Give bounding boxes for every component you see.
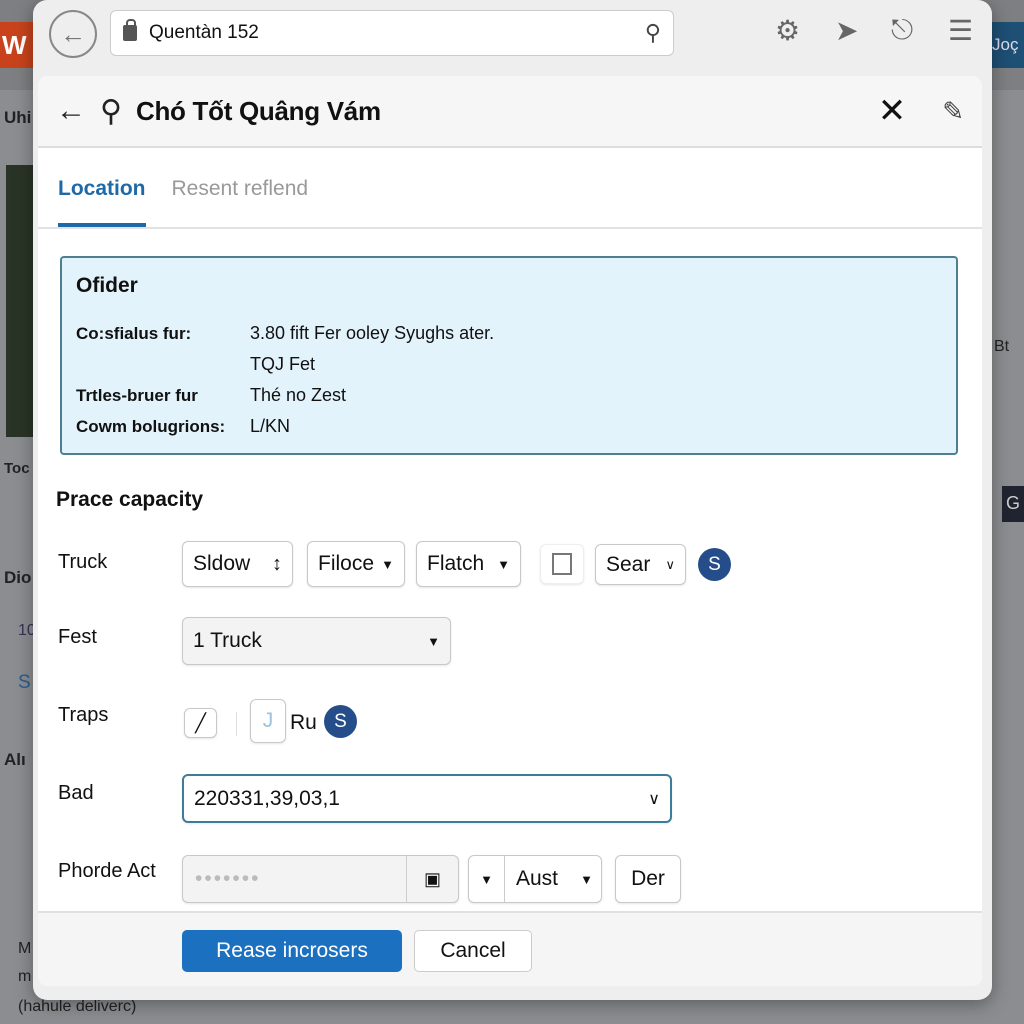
divider [236, 712, 237, 736]
reveal-icon[interactable]: ▣ [406, 856, 458, 902]
bg-text: Uhi [4, 108, 32, 127]
bad-label: Bad [58, 782, 94, 804]
sldow-stepper[interactable]: Sldow ↕ [182, 541, 293, 587]
sear-value: Sear [606, 552, 651, 576]
lock-icon [123, 19, 137, 41]
truck-checkbox[interactable] [540, 544, 584, 584]
bg-note: (hahule deliverc) [18, 998, 137, 1015]
aust-value: Aust [516, 867, 559, 890]
address-text: Quentàn 152 [149, 22, 259, 43]
info-value: L/KN [250, 416, 291, 436]
password-value: ••••••• [195, 867, 261, 890]
der-button[interactable]: Der [615, 855, 681, 903]
chevron-down-icon: ∨ [648, 790, 660, 808]
fest-label: Fest [58, 626, 97, 648]
bad-value: 220331,39,03,1 [194, 786, 340, 810]
aust-select[interactable]: ▼ Aust ▼ [468, 855, 602, 903]
traps-label: Traps [58, 704, 109, 726]
bad-select[interactable]: 220331,39,03,1 ∨ [182, 774, 672, 823]
chevron-down-icon[interactable]: ▼ [469, 856, 505, 902]
info-value: 3.80 fift Fer ooley Syughs ater. [250, 323, 495, 343]
menu-icon[interactable]: ☰ [948, 14, 973, 47]
chevron-down-icon: ▼ [497, 556, 510, 572]
bg-photo [6, 165, 34, 437]
traps-text: Ru [290, 711, 317, 734]
info-key: Co:sfialus fur: [76, 323, 192, 343]
dollar-icon[interactable]: S [324, 705, 357, 738]
info-key: Cowm bolugrions: [76, 416, 226, 436]
phorde-label: Phorde Act [58, 860, 156, 882]
browser-window: ← Quentàn 152 ⚲ ⚙ ➤ ⎋ ☰ ← ⚲ Chó Tốt Quân… [33, 0, 992, 1000]
edit-pencil-icon[interactable]: ✎ [942, 96, 964, 127]
fest-select[interactable]: 1 Truck ▼ [182, 617, 451, 665]
dialog: ← ⚲ Chó Tốt Quâng Vám ✕ ✎ Location Resen… [38, 76, 982, 986]
gear-icon[interactable]: ⚙ [775, 14, 800, 47]
password-input[interactable]: ••••••• ▣ [182, 855, 459, 903]
cancel-button[interactable]: Cancel [414, 930, 532, 972]
info-row: Co:sfialus fur: 3.80 fift Fer ooley Syugh… [76, 318, 942, 349]
dialog-title: Chó Tốt Quâng Vám [135, 95, 381, 126]
bg-text: Toc [4, 460, 30, 477]
cursor-icon[interactable]: ➤ [835, 14, 858, 47]
dollar-icon[interactable]: S [698, 548, 731, 581]
back-arrow-icon[interactable]: ← [56, 94, 86, 128]
search-icon[interactable]: ⚲ [100, 94, 122, 129]
bg-text: M [18, 940, 32, 957]
share-icon[interactable]: ⎋ [891, 14, 913, 47]
tab-location[interactable]: Location [58, 177, 146, 227]
info-heading: Ofider [76, 274, 138, 297]
bg-button: G [1002, 486, 1024, 522]
dialog-footer: Rease incrosers Cancel [38, 911, 982, 986]
tab-bar: Location Resent reflend [38, 148, 982, 229]
bg-text: Dio [4, 568, 32, 587]
chevron-down-icon: ▼ [381, 556, 394, 572]
info-row: Cowm bolugrions: L/KN [76, 411, 942, 442]
pencil-icon: ╱ [195, 712, 206, 733]
close-icon[interactable]: ✕ [878, 91, 907, 131]
chevron-down-icon: ▼ [427, 633, 440, 649]
updown-icon: ↕ [272, 552, 282, 575]
sear-select[interactable]: Sear ∨ [595, 544, 686, 585]
bg-text: S [18, 672, 31, 693]
info-row: TQJ Fet [76, 349, 942, 380]
search-icon[interactable]: ⚲ [645, 20, 661, 46]
site-logo: W [0, 22, 34, 68]
j-button[interactable]: J [250, 699, 286, 743]
info-value: Thé no Zest [250, 385, 347, 405]
bg-text: Alı [4, 750, 26, 769]
info-row: Trtles-bruer fur Thé no Zest [76, 380, 942, 411]
primary-button[interactable]: Rease incrosers [182, 930, 402, 972]
bg-text: Bt [994, 338, 1010, 355]
address-bar[interactable]: Quentàn 152 ⚲ [110, 10, 674, 56]
browser-back-button[interactable]: ← [49, 10, 97, 58]
truck-label: Truck [58, 551, 108, 573]
info-box: Ofider Co:sfialus fur: 3.80 fift Fer oole… [60, 256, 958, 455]
chevron-down-icon: ▼ [580, 871, 593, 887]
flatch-select[interactable]: Flatch ▼ [416, 541, 521, 587]
fest-value: 1 Truck [193, 629, 262, 652]
tab-recent[interactable]: Resent reflend [172, 177, 309, 227]
info-value: TQJ Fet [250, 354, 316, 374]
traps-edit-button[interactable]: ╱ [184, 708, 217, 738]
background-tab: Joç [988, 22, 1024, 68]
filoce-select[interactable]: Filoce ▼ [307, 541, 405, 587]
dialog-header: ← ⚲ Chó Tốt Quâng Vám ✕ ✎ [38, 76, 982, 148]
info-key: Trtles-bruer fur [76, 385, 198, 405]
checkbox-box [552, 553, 572, 575]
section-title: Prace capacity [56, 488, 204, 511]
flatch-value: Flatch [427, 552, 485, 575]
filoce-value: Filoce [318, 552, 375, 575]
chevron-down-icon: ∨ [665, 556, 675, 572]
bg-text: m [18, 968, 32, 985]
sldow-value: Sldow [193, 552, 251, 575]
